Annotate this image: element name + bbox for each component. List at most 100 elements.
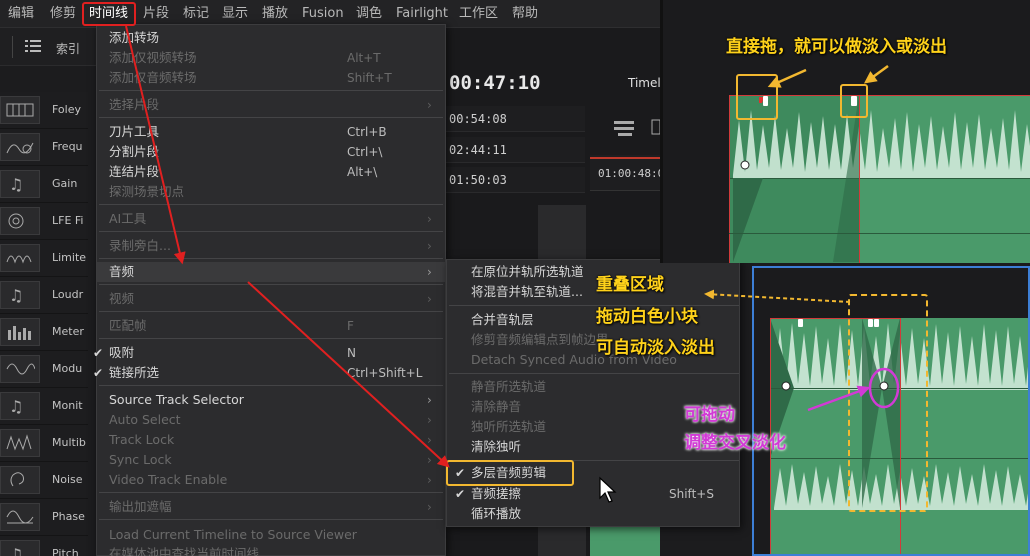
effect-label: Limite bbox=[52, 251, 87, 264]
effect-item[interactable]: Multib bbox=[0, 425, 88, 462]
ruler-in-out-bar bbox=[590, 157, 660, 159]
effect-label: Modu bbox=[52, 362, 83, 375]
effect-label: Loudr bbox=[52, 288, 84, 301]
submenu-item-audio-scrubbing[interactable]: ✔ 音频搓擦 Shift+S bbox=[447, 484, 739, 504]
submenu-highlight-box bbox=[446, 460, 574, 486]
effect-item[interactable]: Meter bbox=[0, 314, 88, 351]
submenu-item-bounce-in-place[interactable]: 在原位并轨所选轨道 bbox=[447, 262, 739, 282]
chevron-right-icon: › bbox=[427, 292, 432, 306]
music-note-icon: ♫ bbox=[0, 392, 40, 420]
menu-item-video-track-enable[interactable]: Video Track Enable › bbox=[97, 470, 445, 490]
speaker-icon bbox=[0, 207, 40, 235]
menu-item-auto-select[interactable]: Auto Select › bbox=[97, 410, 445, 430]
menu-item-add-transition[interactable]: 添加转场 bbox=[97, 28, 445, 48]
annotation-adjust-crossfade: 调整交叉淡化 bbox=[684, 433, 786, 453]
effect-label: Multib bbox=[52, 436, 86, 449]
mouse-cursor-icon bbox=[599, 476, 617, 503]
chevron-right-icon: › bbox=[427, 473, 432, 487]
submenu-item-loop-playback[interactable]: 循环播放 bbox=[447, 504, 739, 524]
menu-item-select-clips[interactable]: 选择片段 › bbox=[97, 95, 445, 115]
edit-tool-icon bbox=[614, 121, 634, 124]
svg-text:♫: ♫ bbox=[9, 397, 23, 416]
effect-item[interactable]: Phase bbox=[0, 499, 88, 536]
chevron-right-icon: › bbox=[427, 453, 432, 467]
menu-item-output-blanking[interactable]: 输出加遮幅 › bbox=[97, 497, 445, 517]
effect-item[interactable]: ♫ Loudr bbox=[0, 277, 88, 314]
menu-item-scene-detect[interactable]: 探测场景切点 bbox=[97, 182, 445, 202]
menu-item-match-frame[interactable]: 匹配帧 F bbox=[97, 316, 445, 336]
menu-item-sync-lock[interactable]: Sync Lock › bbox=[97, 450, 445, 470]
checkmark-icon: ✔ bbox=[93, 366, 104, 380]
effect-label: Phase bbox=[52, 510, 85, 523]
menu-separator bbox=[99, 338, 443, 339]
chevron-right-icon: › bbox=[427, 265, 432, 279]
clip-duration-row[interactable]: 01:50:03 bbox=[445, 167, 585, 193]
overlap-highlight-box bbox=[848, 294, 928, 512]
menu-separator bbox=[99, 258, 443, 259]
menu-separator bbox=[99, 90, 443, 91]
submenu-item-bounce-mix[interactable]: 将混音并轨至轨道... bbox=[447, 282, 739, 302]
menu-workspace[interactable]: 工作区 bbox=[459, 0, 498, 28]
effect-item[interactable]: ♫ Monit bbox=[0, 388, 88, 425]
submenu-item-mute-tracks[interactable]: 静音所选轨道 bbox=[447, 377, 739, 397]
menu-item-record-voiceover[interactable]: 录制旁白... › bbox=[97, 236, 445, 256]
toolbar-divider bbox=[12, 36, 13, 58]
annotation-drag-fade: 直接拖，就可以做淡入或淡出 bbox=[726, 37, 947, 57]
menu-edit[interactable]: 编辑 bbox=[8, 0, 34, 28]
menu-item-audio[interactable]: 音频 › bbox=[97, 262, 445, 282]
index-tab[interactable]: 索引 bbox=[56, 40, 80, 57]
clip-duration-row[interactable]: 00:54:08 bbox=[445, 106, 585, 132]
svg-text:♫: ♫ bbox=[9, 175, 23, 194]
menu-item-track-lock[interactable]: Track Lock › bbox=[97, 430, 445, 450]
menu-item-join-clip[interactable]: 连结片段 Alt+\ bbox=[97, 162, 445, 182]
effect-item[interactable]: Modu bbox=[0, 351, 88, 388]
piano-icon bbox=[0, 96, 40, 124]
audio-submenu: 在原位并轨所选轨道 将混音并轨至轨道... 合并音轨层 修剪音频编辑点到帧边界 … bbox=[446, 259, 740, 527]
svg-text:♫: ♫ bbox=[9, 545, 23, 556]
menu-item-snapping[interactable]: ✔ 吸附 N bbox=[93, 343, 445, 363]
multiband-icon bbox=[0, 429, 40, 457]
frame-icon bbox=[651, 119, 660, 135]
list-icon[interactable] bbox=[24, 38, 42, 54]
menu-item-video[interactable]: 视频 › bbox=[97, 289, 445, 309]
menu-separator bbox=[99, 492, 443, 493]
effect-label: Monit bbox=[52, 399, 83, 412]
chevron-right-icon: › bbox=[427, 239, 432, 253]
effect-item[interactable]: Foley bbox=[0, 92, 88, 129]
effect-label: Gain bbox=[52, 177, 78, 190]
meter-icon bbox=[0, 318, 40, 346]
effect-item[interactable]: Limite bbox=[0, 240, 88, 277]
effect-item[interactable]: LFE Fi bbox=[0, 203, 88, 240]
chevron-right-icon: › bbox=[427, 433, 432, 447]
menu-help[interactable]: 帮助 bbox=[512, 0, 538, 28]
effect-item[interactable]: Noise bbox=[0, 462, 88, 499]
menu-item-add-audio-transition[interactable]: 添加仅音频转场 Shift+T bbox=[97, 68, 445, 88]
fade-in-highlight-box bbox=[736, 74, 778, 120]
svg-text:♫: ♫ bbox=[9, 286, 23, 305]
volume-keyframe bbox=[740, 160, 750, 170]
menu-item-load-timeline-source[interactable]: Load Current Timeline to Source Viewer bbox=[97, 525, 445, 545]
menu-item-ai-tools[interactable]: AI工具 › bbox=[97, 209, 445, 229]
effect-item[interactable]: ♫ Pitch bbox=[0, 536, 88, 556]
timeline-tools[interactable] bbox=[612, 118, 660, 138]
ear-icon bbox=[0, 466, 40, 494]
menu-highlight-box bbox=[82, 2, 136, 26]
menu-item-blade-tool[interactable]: 刀片工具 Ctrl+B bbox=[97, 122, 445, 142]
menu-item-add-video-transition[interactable]: 添加仅视频转场 Alt+T bbox=[97, 48, 445, 68]
menu-item-source-track-selector[interactable]: Source Track Selector › bbox=[97, 390, 445, 410]
menu-trim[interactable]: 修剪 bbox=[50, 0, 76, 28]
effect-label: LFE Fi bbox=[52, 214, 84, 227]
menu-separator bbox=[99, 385, 443, 386]
menu-item-split-clip[interactable]: 分割片段 Ctrl+\ bbox=[97, 142, 445, 162]
effect-item[interactable]: ♫ Gain bbox=[0, 166, 88, 203]
clip-duration-row[interactable]: 02:44:11 bbox=[445, 137, 585, 163]
menu-separator bbox=[99, 311, 443, 312]
menu-item-linked-selection[interactable]: ✔ 链接所选 Ctrl+Shift+L bbox=[93, 363, 445, 383]
effect-label: Meter bbox=[52, 325, 84, 338]
effect-item[interactable]: Frequ bbox=[0, 129, 88, 166]
chevron-right-icon: › bbox=[427, 212, 432, 226]
menu-separator bbox=[449, 373, 739, 374]
menu-item-find-in-media-pool[interactable]: 在媒体池中查找当前时间线 bbox=[97, 544, 445, 556]
menu-separator bbox=[99, 117, 443, 118]
checkmark-icon: ✔ bbox=[455, 487, 466, 501]
